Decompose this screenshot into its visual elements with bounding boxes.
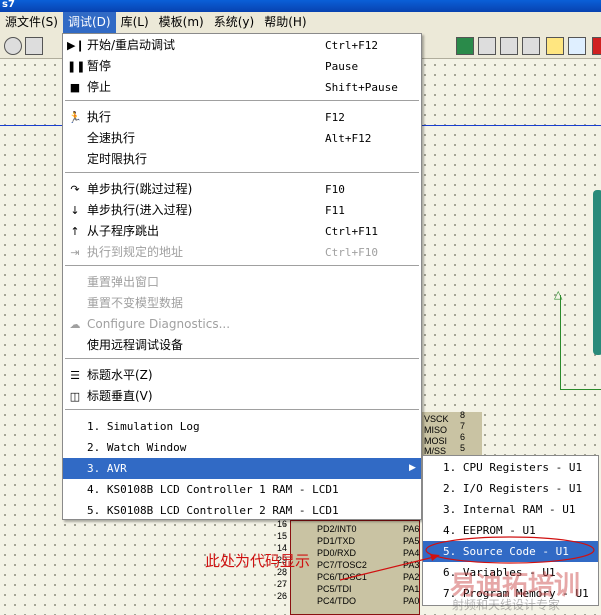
arrow-head-icon [430, 554, 440, 561]
annotation-overlay [339, 536, 595, 581]
annotation-arrow [339, 555, 439, 581]
annotation-text: 此处为代码显示 [205, 552, 311, 570]
highlight-ellipse [425, 536, 595, 564]
watermark-subtitle: 射频和天线设计专家 [452, 598, 561, 612]
